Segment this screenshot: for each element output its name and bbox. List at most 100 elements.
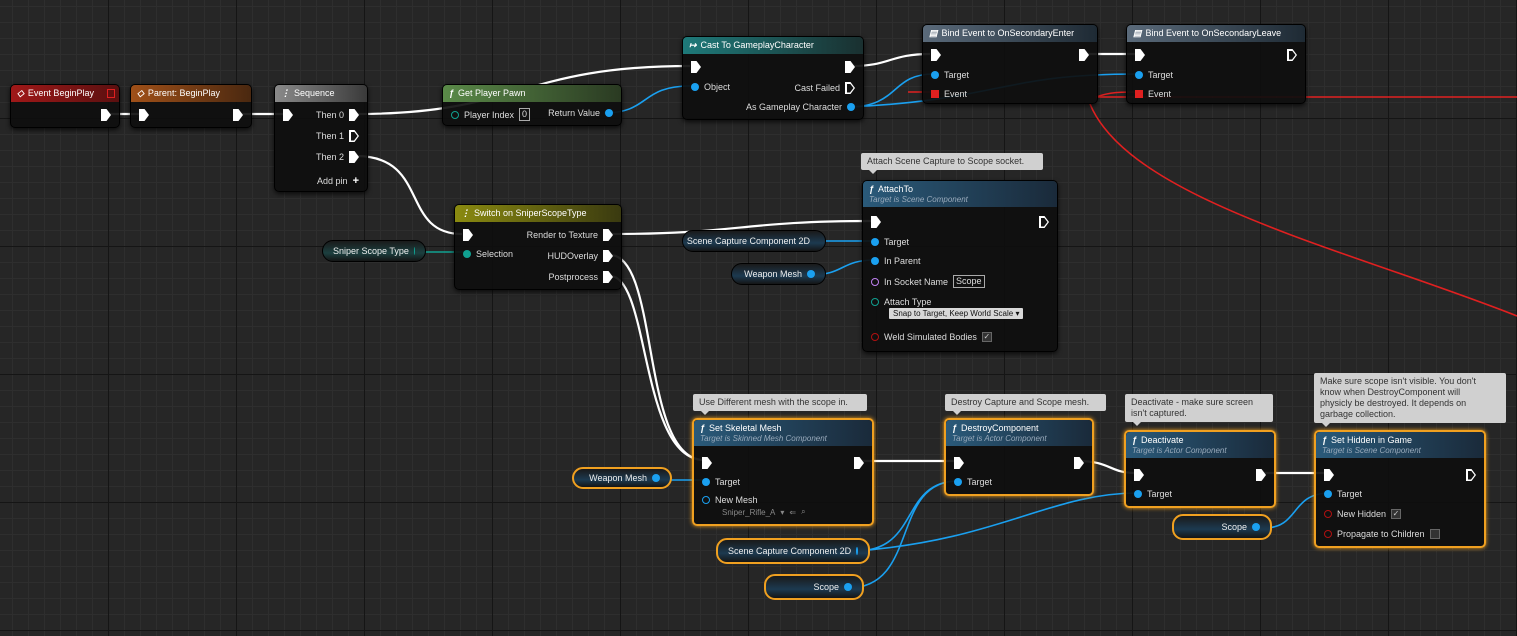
new-mesh-asset-picker[interactable]: Sniper_Rifle_A ▾ ⇐ ⌕ [722, 507, 806, 517]
weapon-mesh-variable[interactable]: Weapon Mesh [572, 467, 672, 489]
use-selected-arrow-icon[interactable]: ⇐ [789, 508, 796, 517]
exec-output-pin[interactable] [101, 109, 111, 121]
postprocess-pin[interactable] [603, 271, 613, 283]
exec-output-pin[interactable] [1287, 49, 1297, 61]
exec-input-pin[interactable] [283, 109, 293, 121]
selection-pin[interactable] [463, 250, 471, 258]
attach-to-node[interactable]: ƒ AttachTo Target is Scene Component Targe… [862, 180, 1058, 352]
player-index-pin[interactable] [451, 110, 459, 119]
new-hidden-pin[interactable] [1324, 510, 1332, 518]
event-delegate-pin[interactable] [1135, 90, 1143, 98]
exec-input-pin[interactable] [871, 216, 881, 228]
exec-input-pin[interactable] [931, 49, 941, 61]
exec-input-pin[interactable] [1134, 469, 1144, 481]
cast-failed-pin[interactable] [845, 82, 855, 94]
then-1-pin[interactable] [349, 130, 359, 142]
exec-input-pin[interactable] [1324, 469, 1334, 481]
variable-label: Weapon Mesh [744, 269, 802, 279]
exec-output-pin[interactable] [1256, 469, 1266, 481]
weld-pin[interactable] [871, 333, 879, 341]
set-skeletal-mesh-node[interactable]: ƒ Set Skeletal Mesh Target is Skinned Mesh… [692, 418, 874, 526]
pin-label: Postprocess [548, 272, 598, 282]
exec-input-pin[interactable] [954, 457, 964, 469]
pin-label: Target [967, 477, 993, 487]
sniper-scope-type-variable[interactable]: Sniper Scope Type [322, 240, 426, 262]
get-player-pawn-node[interactable]: ƒ Get Player Pawn Player Index 0 Return Va… [442, 84, 622, 126]
node-title: Deactivate [1141, 435, 1184, 445]
propagate-checkbox[interactable] [1429, 529, 1440, 539]
scene-capture-variable[interactable]: Scene Capture Component 2D [716, 538, 870, 564]
hud-overlay-pin[interactable] [603, 250, 613, 262]
bind-event-on-secondary-leave-node[interactable]: ▤ Bind Event to OnSecondaryLeave Target E… [1126, 24, 1306, 104]
sequence-node[interactable]: ⋮ Sequence Then 0 Then 1 Then 2 Add pin + [274, 84, 368, 192]
parent-begin-play-node[interactable]: ◇ Parent: BeginPlay [130, 84, 252, 128]
target-pin[interactable] [702, 478, 710, 486]
node-subtitle: Target is Actor Component [1132, 446, 1227, 455]
node-comment[interactable]: Use Different mesh with the scope in. [693, 394, 867, 415]
output-pin[interactable] [652, 474, 660, 482]
scope-variable[interactable]: Scope [764, 574, 864, 600]
target-pin[interactable] [1324, 490, 1332, 498]
event-begin-play-node[interactable]: ◇ Event BeginPlay [10, 84, 120, 128]
new-mesh-pin[interactable] [702, 496, 710, 504]
as-gameplay-character-pin[interactable] [847, 103, 855, 111]
exec-output-pin[interactable] [1039, 216, 1049, 228]
exec-output-pin[interactable] [854, 457, 864, 469]
then-2-pin[interactable] [349, 151, 359, 163]
then-0-pin[interactable] [349, 109, 359, 121]
node-comment[interactable]: Make sure scope isn't visible. You don't… [1314, 373, 1506, 427]
in-parent-pin[interactable] [871, 257, 879, 265]
output-pin[interactable] [1252, 523, 1260, 531]
deactivate-node[interactable]: ƒ Deactivate Target is Actor Component Tar… [1124, 430, 1276, 508]
attach-type-dropdown[interactable]: Snap to Target, Keep World Scale ▾ [889, 308, 1024, 319]
event-delegate-pin[interactable] [931, 90, 939, 98]
add-pin-button[interactable]: Add pin + [317, 175, 359, 187]
player-index-input[interactable]: 0 [519, 108, 531, 121]
exec-output-pin[interactable] [1079, 49, 1089, 61]
output-pin[interactable] [856, 547, 858, 555]
node-comment[interactable]: Deactivate - make sure screen isn't capt… [1125, 394, 1273, 426]
browse-search-icon[interactable]: ⌕ [801, 507, 805, 517]
exec-input-pin[interactable] [139, 109, 149, 121]
node-title: Set Hidden in Game [1331, 435, 1413, 445]
node-comment[interactable]: Attach Scene Capture to Scope socket. [861, 153, 1043, 174]
output-pin[interactable] [413, 247, 415, 255]
scene-capture-variable[interactable]: Scene Capture Component 2D [682, 230, 826, 252]
exec-input-pin[interactable] [1135, 49, 1145, 61]
exec-output-pin[interactable] [233, 109, 243, 121]
pin-label: Target [884, 237, 910, 247]
new-hidden-checkbox[interactable]: ✓ [1391, 509, 1402, 519]
delegate-output-pin[interactable] [107, 89, 115, 98]
propagate-pin[interactable] [1324, 530, 1332, 538]
pin-label: Target [1148, 70, 1174, 80]
return-value-pin[interactable] [605, 109, 613, 117]
exec-output-pin[interactable] [845, 61, 855, 73]
switch-on-sniper-scope-type-node[interactable]: ⋮ Switch on SniperScopeType Selection Ren… [454, 204, 622, 290]
target-pin[interactable] [1134, 490, 1142, 498]
exec-input-pin[interactable] [463, 229, 473, 241]
in-socket-name-pin[interactable] [871, 277, 879, 286]
exec-input-pin[interactable] [691, 61, 701, 73]
weld-checkbox[interactable]: ✓ [981, 332, 992, 342]
output-pin[interactable] [844, 583, 852, 591]
render-to-texture-pin[interactable] [603, 229, 613, 241]
socket-name-input[interactable]: Scope [953, 275, 985, 288]
cast-to-gameplay-character-node[interactable]: ↦ Cast To GameplayCharacter Object Cast F… [682, 36, 864, 120]
weapon-mesh-variable[interactable]: Weapon Mesh [731, 263, 826, 285]
set-hidden-in-game-node[interactable]: ƒ Set Hidden in Game Target is Scene Compo… [1314, 430, 1486, 548]
node-comment[interactable]: Destroy Capture and Scope mesh. [945, 394, 1106, 415]
target-pin[interactable] [931, 71, 939, 79]
exec-output-pin[interactable] [1466, 469, 1476, 481]
exec-input-pin[interactable] [702, 457, 712, 469]
destroy-component-node[interactable]: ƒ DestroyComponent Target is Actor Compone… [944, 418, 1094, 496]
scope-variable[interactable]: Scope [1172, 514, 1272, 540]
exec-output-pin[interactable] [1074, 457, 1084, 469]
output-pin[interactable] [807, 270, 815, 278]
target-pin[interactable] [1135, 71, 1143, 79]
node-title: Sequence [294, 88, 335, 98]
target-pin[interactable] [954, 478, 962, 486]
target-pin[interactable] [871, 238, 879, 246]
bind-event-on-secondary-enter-node[interactable]: ▤ Bind Event to OnSecondaryEnter Target E… [922, 24, 1098, 104]
object-pin[interactable] [691, 83, 699, 91]
attach-type-pin[interactable] [871, 298, 879, 306]
